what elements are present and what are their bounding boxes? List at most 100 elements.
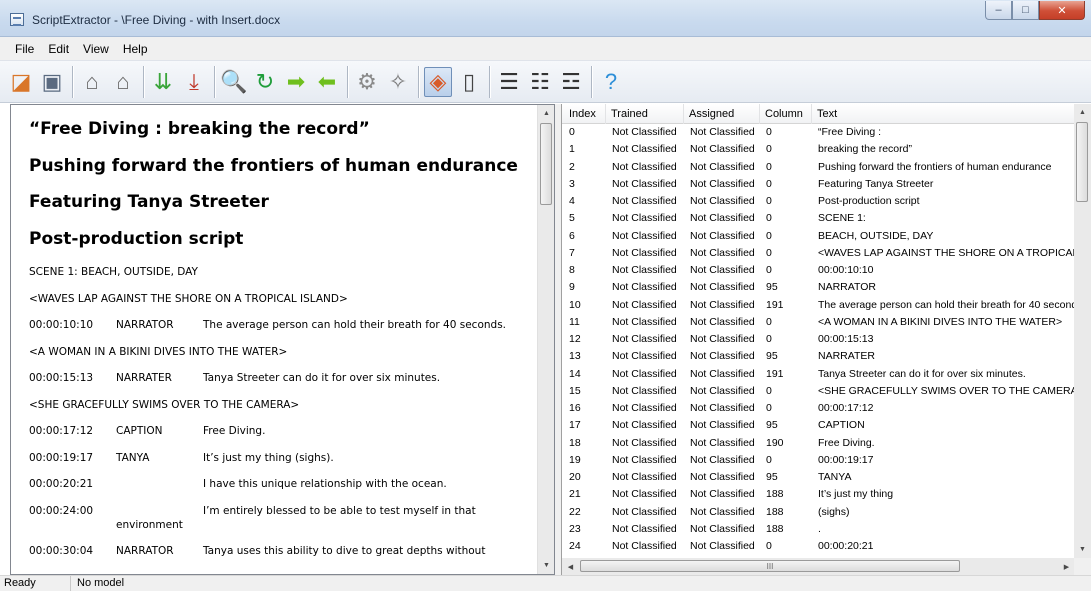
document-view[interactable]: “Free Diving : breaking the record” Pushi…: [11, 105, 538, 574]
table-row[interactable]: 24 Not Classified Not Classified 0 00:00:20:…: [562, 538, 1075, 555]
cell-column: 191: [766, 367, 784, 380]
menu-file[interactable]: File: [8, 39, 41, 59]
table-row[interactable]: 4 Not Classified Not Classified 0 Post-produ…: [562, 193, 1075, 210]
menu-help[interactable]: Help: [116, 39, 155, 59]
arrow-left-button[interactable]: ⬅: [313, 67, 341, 97]
cell-column: 0: [766, 333, 772, 345]
magic-wand-button[interactable]: ✧: [384, 67, 412, 97]
cell-column: 188: [766, 505, 784, 518]
download-button[interactable]: ⤓: [180, 67, 208, 97]
table-row[interactable]: 21 Not Classified Not Classified 188 It’s ju…: [562, 486, 1075, 503]
table-row[interactable]: 7 Not Classified Not Classified 0 <WAVES LAP…: [562, 245, 1075, 262]
cell-index: 8: [569, 264, 575, 276]
table-row[interactable]: 18 Not Classified Not Classified 190 Free Di…: [562, 435, 1075, 452]
classify-button[interactable]: ◈: [424, 66, 452, 97]
document-pane[interactable]: “Free Diving : breaking the record” Pushi…: [10, 104, 555, 575]
cell-text: Pushing forward the frontiers of human e…: [818, 160, 1052, 173]
close-button[interactable]: ✕: [1039, 1, 1085, 20]
column-header-index[interactable]: Index: [562, 104, 606, 124]
cell-index: 10: [569, 298, 581, 311]
grid-scroll-left-arrow-icon[interactable]: ◀: [562, 558, 579, 575]
table-row[interactable]: 19 Not Classified Not Classified 0 00:00:19:…: [562, 452, 1075, 469]
table-row[interactable]: 14 Not Classified Not Classified 191 Tanya S…: [562, 366, 1075, 383]
column-header-text[interactable]: Text: [812, 104, 1075, 124]
grid-scroll-right-arrow-icon[interactable]: ▶: [1058, 558, 1075, 575]
gears-button[interactable]: ⚙: [353, 67, 381, 97]
menu-view[interactable]: View: [76, 39, 116, 59]
grid-scroll-down-arrow-icon[interactable]: ▼: [1074, 541, 1091, 558]
cell-column: 0: [766, 315, 772, 328]
table-row[interactable]: 13 Not Classified Not Classified 95 NARRATER: [562, 348, 1075, 365]
cell-index: 20: [569, 471, 581, 483]
grid-vertical-scrollbar[interactable]: ▲ ▼: [1074, 104, 1091, 558]
list-edit-button[interactable]: ☲: [557, 67, 585, 97]
table-row[interactable]: 22 Not Classified Not Classified 188 (sighs): [562, 504, 1075, 521]
table-row[interactable]: 16 Not Classified Not Classified 0 00:00:17:…: [562, 400, 1075, 417]
table-row[interactable]: 0 Not Classified Not Classified 0 “Free Divi…: [562, 124, 1075, 141]
grid-vertical-scroll-thumb[interactable]: [1076, 122, 1088, 202]
table-row[interactable]: 1 Not Classified Not Classified 0 breaking t…: [562, 141, 1075, 158]
list-view-button[interactable]: ☰: [495, 67, 523, 97]
scroll-up-arrow-icon[interactable]: ▲: [538, 105, 554, 122]
cell-text: BEACH, OUTSIDE, DAY: [818, 229, 934, 242]
grid-scroll-up-arrow-icon[interactable]: ▲: [1074, 104, 1091, 121]
move-bottom-button[interactable]: ⇊: [149, 67, 177, 97]
cell-column: 0: [766, 540, 772, 552]
download-icon: ⤓: [189, 68, 199, 94]
line-text: Free Diving.: [203, 425, 266, 437]
column-header-assigned[interactable]: Assigned: [684, 104, 760, 124]
table-row[interactable]: 12 Not Classified Not Classified 0 00:00:15:…: [562, 331, 1075, 348]
cell-assigned: Not Classified: [690, 350, 755, 363]
table-row[interactable]: 2 Not Classified Not Classified 0 Pushing fo…: [562, 159, 1075, 176]
scroll-down-arrow-icon[interactable]: ▼: [538, 557, 554, 574]
cell-text: Tanya Streeter can do it for over six mi…: [818, 367, 1026, 380]
list-check-button[interactable]: ☷: [526, 67, 554, 97]
maximize-button[interactable]: □: [1012, 1, 1039, 20]
table-row[interactable]: 20 Not Classified Not Classified 95 TANYA: [562, 469, 1075, 486]
line-text: <WAVES LAP AGAINST THE SHORE ON A TROPIC…: [29, 292, 348, 305]
search-button[interactable]: 🔍: [220, 67, 248, 97]
cell-trained: Not Classified: [612, 143, 677, 156]
new-button[interactable]: ◪: [7, 67, 35, 97]
document-scroll-thumb[interactable]: [540, 123, 552, 205]
table-row[interactable]: 11 Not Classified Not Classified 0 <A WOMAN …: [562, 314, 1075, 331]
cell-text: 00:00:15:13: [818, 333, 874, 345]
cell-text: SCENE 1:: [818, 212, 866, 225]
document-vertical-scrollbar[interactable]: ▲ ▼: [537, 105, 554, 574]
save-button[interactable]: ▣: [38, 67, 66, 97]
help-icon: ?: [604, 68, 618, 94]
cell-assigned: Not Classified: [690, 540, 755, 552]
cell-text: NARRATOR: [818, 281, 876, 294]
table-row[interactable]: 6 Not Classified Not Classified 0 BEACH, OUT…: [562, 228, 1075, 245]
table-row[interactable]: 15 Not Classified Not Classified 0 <SHE GRAC…: [562, 383, 1075, 400]
arrow-right-button[interactable]: ➡: [282, 67, 310, 97]
table-row[interactable]: 23 Not Classified Not Classified 188.: [562, 521, 1075, 538]
minimize-button[interactable]: –: [985, 1, 1012, 20]
table-row[interactable]: 3 Not Classified Not Classified 0 Featuring …: [562, 176, 1075, 193]
table-row[interactable]: 5 Not Classified Not Classified 0 SCENE 1:: [562, 210, 1075, 227]
page-button[interactable]: ▯: [455, 67, 483, 97]
grid-horizontal-scrollbar[interactable]: ◀ III ▶: [562, 558, 1075, 575]
cell-assigned: Not Classified: [690, 505, 755, 518]
refresh-button[interactable]: ↻: [251, 67, 279, 97]
table-row[interactable]: 9 Not Classified Not Classified 95 NARRATOR: [562, 279, 1075, 296]
document-line: <A WOMAN IN A BIKINI DIVES INTO THE WATE…: [29, 345, 538, 372]
cell-assigned: Not Classified: [690, 384, 755, 397]
grid-horizontal-scroll-thumb[interactable]: III: [580, 560, 960, 572]
classification-grid[interactable]: Index Trained Assigned Column Text 0 Not …: [561, 104, 1091, 575]
column-header-column[interactable]: Column: [760, 104, 812, 124]
menu-edit[interactable]: Edit: [41, 39, 76, 59]
cell-text: 00:00:10:10: [818, 264, 874, 276]
cell-assigned: Not Classified: [690, 212, 755, 225]
table-row[interactable]: 8 Not Classified Not Classified 0 00:00:10:1…: [562, 262, 1075, 279]
cell-index: 11: [569, 315, 580, 328]
table-row[interactable]: 10 Not Classified Not Classified 191 The ave…: [562, 297, 1075, 314]
toolbar-separator: [214, 65, 215, 98]
import-button[interactable]: ⌂: [78, 67, 106, 97]
help-button[interactable]: ?: [597, 67, 625, 97]
export-button[interactable]: ⌂: [109, 67, 137, 97]
column-header-trained[interactable]: Trained: [606, 104, 684, 124]
document-heading: Post-production script: [29, 228, 244, 249]
table-row[interactable]: 17 Not Classified Not Classified 95 CAPTION: [562, 417, 1075, 434]
cell-text: “Free Diving :: [818, 126, 882, 138]
